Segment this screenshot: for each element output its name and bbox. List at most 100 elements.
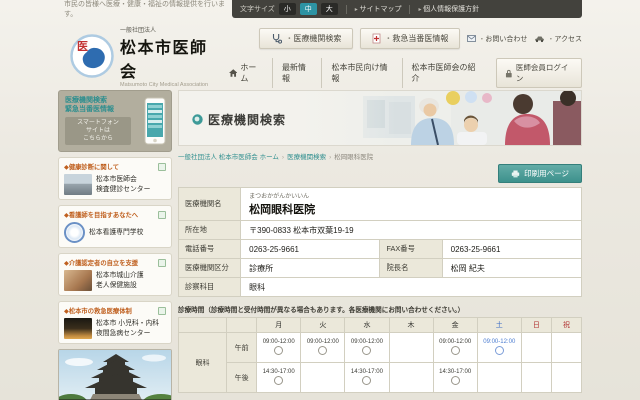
open-circle-icon	[495, 346, 504, 355]
slot-0-0: 09:00-12:00	[257, 333, 301, 363]
nav-news[interactable]: 最新情報	[272, 58, 322, 88]
main-content: 医療機関検索 一般社団法人 松本市医師会 ホーム 医療機関検索松岡眼科医院 印刷用…	[178, 90, 582, 400]
top-utility-bar: 市民の皆様へ医療・健康・福祉の情報提供を行います。 文字サイズ 小 中 大 サイ…	[58, 0, 582, 18]
printer-icon	[511, 170, 520, 178]
breadcrumb-home-link[interactable]: 一般社団法人 松本市医師会 ホーム	[178, 154, 279, 161]
detail-label: 診察科目	[179, 278, 241, 297]
open-circle-icon	[362, 376, 371, 385]
doctor-examination-photo	[301, 91, 581, 145]
contact-link-label: お問い合わせ	[478, 34, 527, 44]
box-header: ◆松本市の救急医療体制	[64, 306, 132, 315]
period-label-am: 午前	[227, 333, 257, 363]
clinic-detail-table: 医療機関名 まつおかがんかいいん 松岡眼科医院 所在地 〒390-0833 松本…	[178, 187, 582, 297]
emergency-duty-button[interactable]: 救急当番医情報	[360, 28, 460, 49]
table-row: 所在地 〒390-0833 松本市双葉19-19	[179, 221, 582, 240]
box-line: 検査健診センター	[96, 185, 150, 194]
page: 市民の皆様へ医療・健康・福祉の情報提供を行います。 文字サイズ 小 中 大 サイ…	[0, 0, 640, 400]
font-size-medium-button[interactable]: 中	[300, 3, 317, 15]
mail-icon	[467, 35, 476, 42]
sidebar-link-health-check-center[interactable]: ◆健康診断に関して 松本市医師会 検査健診センター	[58, 157, 172, 200]
access-link[interactable]: アクセス	[534, 34, 582, 44]
box-line: 老人保健施設	[96, 281, 144, 290]
slot-1-2: 14:30-17:00	[345, 363, 389, 393]
logo-text: 一般社団法人 松本市医師会 Matsumoto City Medical Ass…	[120, 25, 220, 88]
sp-banner-sub-3: こちらから	[65, 135, 131, 143]
privacy-policy-link[interactable]: 個人情報保護方針	[418, 4, 479, 14]
page-title: 医療機関検索	[192, 111, 286, 128]
org-name-en: Matsumoto City Medical Association	[120, 82, 220, 88]
sidebar-link-care-facility[interactable]: ◆介護認定者の自立を支援 松本市城山介護 老人保健施設	[58, 253, 172, 296]
schedule-header-row: 月 火 水 木 金 土 日 祝	[179, 318, 582, 333]
access-link-label: アクセス	[547, 34, 582, 44]
page-title-text: 医療機関検索	[208, 111, 286, 128]
citizen-info-banner[interactable]: ・松本市民向け情報	[58, 349, 172, 400]
main-nav: ホーム 最新情報 松本市民向け情報 松本市医師会の紹介	[220, 58, 582, 88]
emergency-duty-button-label: 救急当番医情報	[384, 33, 448, 44]
schedule-row-am: 眼科 午前 09:00-12:00 09:00-12:00 09:00-12:0…	[179, 333, 582, 363]
medical-search-button[interactable]: 医療機関検索	[259, 28, 353, 49]
day-header-5: 土	[477, 318, 521, 333]
table-row: 医療機関名 まつおかがんかいいん 松岡眼科医院	[179, 188, 582, 221]
department-label: 眼科	[179, 333, 227, 393]
car-icon	[534, 35, 545, 43]
site-header: 医 一般社団法人 松本市医師会 Matsumoto City Medical A…	[58, 18, 582, 88]
box-line: 松本市 小児科・内科	[96, 319, 159, 328]
font-size-label: 文字サイズ	[240, 4, 275, 14]
slot-0-1: 09:00-12:00	[301, 333, 345, 363]
clinic-director: 松岡 紀夫	[442, 259, 581, 278]
slot-1-7	[551, 363, 581, 393]
sidebar-link-nursing-school[interactable]: ◆看護師を目指すあなたへ 松本看護専門学校	[58, 205, 172, 248]
open-circle-icon	[274, 346, 283, 355]
slot-1-0: 14:30-17:00	[257, 363, 301, 393]
care-facility-photo	[64, 270, 92, 291]
smartphone-site-banner[interactable]: 医療機関検索 緊急当番医情報 スマートフォン サイトは こちらから	[58, 90, 172, 152]
slot-0-6	[521, 333, 551, 363]
slot-0-2: 09:00-12:00	[345, 333, 389, 363]
table-row: 医療機関区分 診療所 院長名 松岡 紀夫	[179, 259, 582, 278]
member-login-button[interactable]: 医師会員ログイン	[496, 58, 582, 88]
detail-label: 医療機関名	[179, 188, 241, 221]
sp-banner-sub-2: サイトは	[65, 127, 131, 135]
slot-0-5: 09:00-12:00	[477, 333, 521, 363]
svg-text:医: 医	[77, 40, 88, 53]
detail-label: FAX番号	[380, 240, 442, 259]
slot-1-5	[477, 363, 521, 393]
breadcrumb-search-link[interactable]: 医療機関検索	[287, 154, 326, 161]
external-link-icon	[158, 259, 166, 267]
breadcrumb-separator	[279, 154, 287, 161]
first-aid-icon	[372, 33, 381, 44]
print-page-button[interactable]: 印刷用ページ	[498, 164, 582, 183]
slot-1-4: 14:30-17:00	[433, 363, 477, 393]
sidebar-link-night-clinic[interactable]: ◆松本市の救急医療体制 松本市 小児科・内科 夜間急病センター	[58, 301, 172, 344]
day-header-0: 月	[257, 318, 301, 333]
breadcrumb: 一般社団法人 松本市医師会 ホーム医療機関検索松岡眼科医院	[178, 151, 582, 161]
clinic-name: 松岡眼科医院	[249, 201, 573, 217]
box-line: 松本市医師会	[96, 175, 150, 184]
center-building-photo	[64, 174, 92, 195]
site-logo[interactable]: 医 一般社団法人 松本市医師会 Matsumoto City Medical A…	[58, 24, 220, 88]
nav-home[interactable]: ホーム	[220, 58, 272, 88]
header-right: 医療機関検索 救急当番医情報 お問い合わ	[220, 18, 582, 88]
box-header: ◆介護認定者の自立を支援	[64, 258, 138, 267]
nav-about[interactable]: 松本市医師会の紹介	[402, 58, 490, 88]
slot-1-3	[389, 363, 433, 393]
font-size-small-button[interactable]: 小	[279, 3, 296, 15]
font-size-large-button[interactable]: 大	[321, 3, 338, 15]
day-header-6: 日	[521, 318, 551, 333]
period-label-pm: 午後	[227, 363, 257, 393]
divider	[409, 5, 410, 14]
box-line: 松本看護専門学校	[89, 228, 143, 237]
slot-0-3	[389, 333, 433, 363]
smartphone-icon	[144, 97, 166, 145]
medical-search-button-label: 医療機関検索	[285, 33, 341, 44]
home-icon	[229, 69, 238, 77]
org-name: 松本市医師会	[120, 34, 220, 82]
open-circle-icon	[362, 346, 371, 355]
schedule-row-pm: 午後 14:30-17:00 14:30-17:00 14:30-17:00	[179, 363, 582, 393]
nav-citizen-info[interactable]: 松本市民向け情報	[321, 58, 401, 88]
sitemap-link[interactable]: サイトマップ	[355, 4, 402, 14]
contact-link[interactable]: お問い合わせ	[467, 34, 527, 44]
detail-label: 電話番号	[179, 240, 241, 259]
utility-bar-dark: 文字サイズ 小 中 大 サイトマップ 個人情報保護方針	[232, 0, 582, 18]
clinic-departments: 眼科	[241, 278, 582, 297]
